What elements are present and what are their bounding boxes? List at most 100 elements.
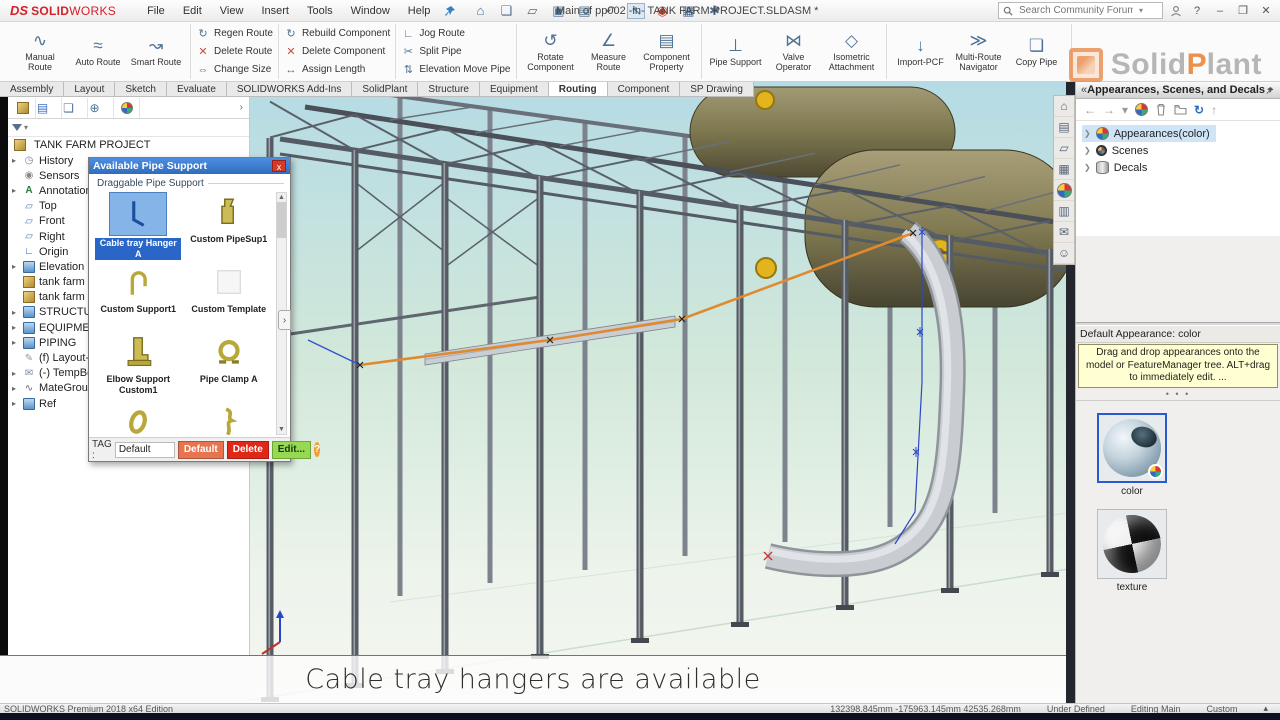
design-library-icon[interactable] (1054, 117, 1074, 138)
home-icon[interactable] (471, 3, 489, 19)
close-button[interactable]: ✕ (1258, 4, 1274, 17)
expand-arrow-icon[interactable]: ▸ (12, 338, 21, 347)
expand-arrow-icon[interactable]: ▸ (12, 156, 21, 165)
menu-item[interactable]: Tools (298, 3, 342, 19)
open-folder-icon[interactable] (1174, 104, 1187, 115)
display-icon[interactable] (114, 98, 140, 118)
tag-input[interactable] (115, 442, 175, 458)
command-tab[interactable]: Equipment (480, 82, 549, 96)
ribbon-button[interactable]: Pipe Support (707, 34, 765, 69)
custom-properties-icon[interactable] (1054, 201, 1074, 222)
ribbon-button[interactable]: Manual Route (11, 29, 69, 75)
3d-viewport-scene[interactable] (250, 82, 1075, 703)
ribbon-button[interactable]: Component Property (638, 29, 696, 75)
scroll-down-icon[interactable]: ▼ (278, 426, 285, 433)
minimize-button[interactable]: – (1212, 5, 1228, 17)
expand-arrow-icon[interactable]: ▸ (12, 186, 21, 195)
expand-arrow-icon[interactable]: ▸ (12, 262, 21, 271)
ribbon-button[interactable]: Valve Operator (765, 29, 823, 75)
menu-item[interactable]: File (138, 3, 174, 19)
ribbon-button[interactable]: Smart Route (127, 34, 185, 69)
trash-icon[interactable] (1155, 103, 1167, 116)
pipe-support-item[interactable]: Pipe Clamp C (186, 402, 272, 435)
ribbon-button[interactable]: Delete Route (196, 43, 272, 60)
ribbon-button[interactable]: Elevation Move Pipe (401, 61, 510, 78)
menu-item[interactable]: Window (342, 3, 399, 19)
ribbon-button[interactable]: Change Size (196, 61, 271, 78)
search-input[interactable] (1017, 4, 1135, 17)
new-document-icon[interactable] (497, 3, 515, 19)
panel-tabs-overflow[interactable]: › (240, 102, 243, 113)
graphics-viewport[interactable] (250, 82, 1075, 703)
appearance-ball-icon[interactable] (1135, 103, 1148, 116)
ribbon-button[interactable]: Delete Component (284, 43, 385, 60)
ribbon-button[interactable]: Regen Route (196, 25, 273, 42)
ribbon-button[interactable]: Isometric Attachment (823, 29, 881, 75)
pipe-support-item[interactable]: Cable tray Hanger A (95, 192, 181, 262)
ribbon-button[interactable]: Rebuild Component (284, 25, 390, 42)
scroll-up-icon[interactable]: ▲ (278, 194, 285, 201)
menu-item[interactable]: Edit (174, 3, 211, 19)
command-tab[interactable]: Assembly (0, 82, 64, 96)
back-icon[interactable]: ← (1084, 103, 1096, 117)
ribbon-button[interactable]: Auto Route (69, 34, 127, 69)
ribbon-button[interactable]: Assign Length (284, 61, 365, 78)
pipe-support-item[interactable]: Pipe Clamp A (186, 332, 272, 402)
appearances-icon[interactable] (1054, 180, 1074, 201)
tree-root-item[interactable]: TANK FARM PROJECT (8, 137, 249, 153)
expand-arrow-icon[interactable]: ▸ (12, 369, 21, 378)
restore-button[interactable]: ❐ (1235, 4, 1251, 17)
expand-arrow-icon[interactable]: ❯ (1084, 163, 1091, 172)
ribbon-button[interactable]: Rotate Component (522, 29, 580, 75)
command-tab[interactable]: Sketch (115, 82, 167, 96)
splitter-dots[interactable]: • • • (1076, 389, 1280, 401)
appearances-tree-item[interactable]: ❯ Appearances(color) (1082, 125, 1216, 142)
appearances-tree-item[interactable]: ❯ Scenes (1082, 142, 1154, 159)
expand-arrow-icon[interactable]: ❯ (1084, 146, 1091, 155)
resources-home-icon[interactable] (1054, 96, 1074, 117)
pin-icon[interactable] (1265, 85, 1275, 96)
menu-item[interactable]: Help (399, 3, 440, 19)
command-tab[interactable]: Evaluate (167, 82, 227, 96)
ribbon-button[interactable]: Import-PCF (892, 34, 950, 69)
move-up-icon[interactable]: ↑ (1211, 103, 1217, 117)
command-tab[interactable]: Routing (549, 82, 608, 96)
appearance-thumbnail-texture[interactable]: texture (1086, 509, 1178, 593)
filter-icon[interactable] (12, 124, 22, 131)
command-tab[interactable]: Structure (418, 82, 480, 96)
pipe-support-item[interactable]: Pipe Clamp B (95, 402, 181, 435)
configuration-label[interactable]: Custom (1206, 704, 1237, 714)
command-tab[interactable]: SP Drawing (680, 82, 754, 96)
pipe-support-item[interactable]: Custom Support1 (95, 262, 181, 332)
ribbon-button[interactable]: Jog Route (401, 25, 465, 42)
community-search[interactable]: ▾ (998, 2, 1163, 19)
file-explorer-icon[interactable] (1054, 138, 1074, 159)
forum-icon[interactable] (1054, 222, 1074, 243)
pipe-support-item[interactable]: Elbow Support Custom1 (95, 332, 181, 402)
ribbon-button[interactable]: Multi-Route Navigator (950, 29, 1008, 75)
user-icon[interactable] (1170, 5, 1182, 17)
user-icon[interactable] (1054, 243, 1074, 264)
search-dropdown-icon[interactable]: ▾ (1139, 6, 1143, 15)
dialog-title-bar[interactable]: Available Pipe Support x (89, 158, 290, 174)
configurations-icon[interactable] (62, 98, 88, 118)
command-tab[interactable]: Layout (64, 82, 115, 96)
ribbon-button[interactable]: Copy Pipe (1008, 34, 1066, 69)
menu-item[interactable]: Insert (252, 3, 298, 19)
open-document-icon[interactable] (523, 3, 541, 19)
ribbon-button[interactable]: Measure Route (580, 29, 638, 75)
scroll-thumb[interactable] (277, 202, 286, 238)
help-button[interactable]: ? (1189, 5, 1205, 17)
dropdown-icon[interactable]: ▾ (1122, 103, 1128, 117)
expand-arrow-icon[interactable]: ▸ (12, 399, 21, 408)
expand-arrow-icon[interactable]: ▸ (12, 384, 21, 393)
dialog-close-icon[interactable]: x (272, 160, 286, 172)
forward-icon[interactable]: → (1103, 103, 1115, 117)
command-tab[interactable]: SOLIDWORKS Add-Ins (227, 82, 352, 96)
help-icon[interactable]: ? (314, 442, 320, 457)
edit-button[interactable]: Edit... (272, 441, 311, 459)
menu-item[interactable]: View (211, 3, 253, 19)
delete-button[interactable]: Delete (227, 441, 269, 459)
command-tab[interactable]: SolidPlant (352, 82, 418, 96)
filter-dropdown-icon[interactable]: ▾ (24, 123, 28, 132)
